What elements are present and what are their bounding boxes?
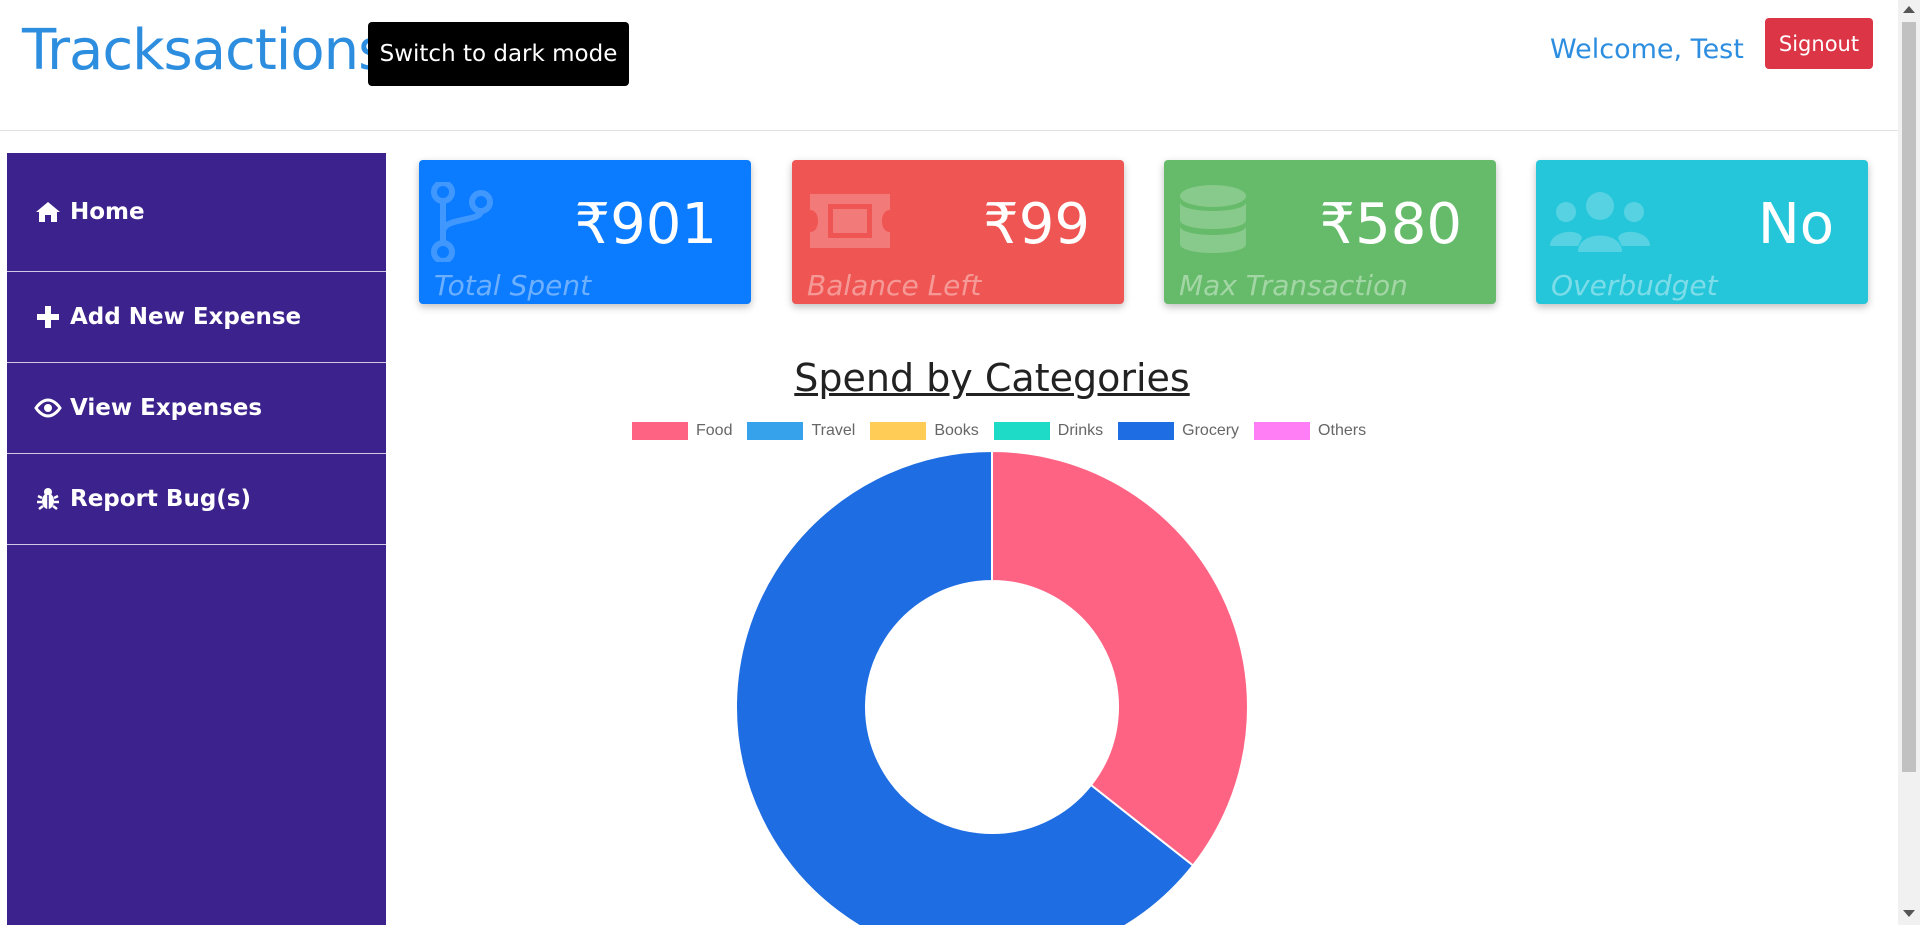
donut-chart: [735, 449, 1249, 925]
scroll-up-arrow-icon[interactable]: [1903, 6, 1915, 13]
scroll-down-arrow-icon[interactable]: [1903, 910, 1915, 917]
donut-slice-food[interactable]: [991, 449, 1249, 867]
vertical-scrollbar[interactable]: [1898, 0, 1920, 925]
scroll-thumb[interactable]: [1902, 22, 1916, 772]
